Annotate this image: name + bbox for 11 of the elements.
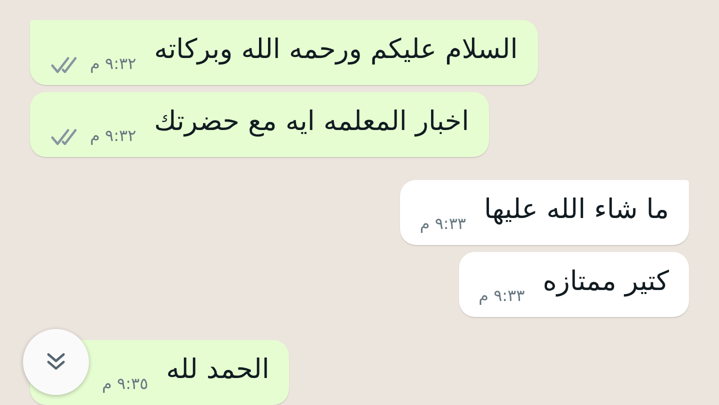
scroll-down-button[interactable]: [23, 329, 89, 395]
message-text: السلام عليكم ورحمه الله وبركاته: [154, 33, 518, 67]
message-time: ٩:٣٣ م: [478, 285, 525, 307]
message-time: ٩:٣٥ م: [102, 373, 148, 395]
message-text: كتير ممتازه: [542, 265, 669, 299]
message-time: ٩:٣٣ م: [420, 213, 466, 235]
message-text: الحمد لله: [166, 353, 270, 387]
message-text: ما شاء الله عليها: [484, 193, 669, 227]
message-time: ٩:٣٢ م: [90, 53, 136, 75]
message-time: ٩:٣٢ م: [90, 125, 136, 147]
message-text: اخبار المعلمه ايه مع حضرتك: [154, 105, 470, 139]
